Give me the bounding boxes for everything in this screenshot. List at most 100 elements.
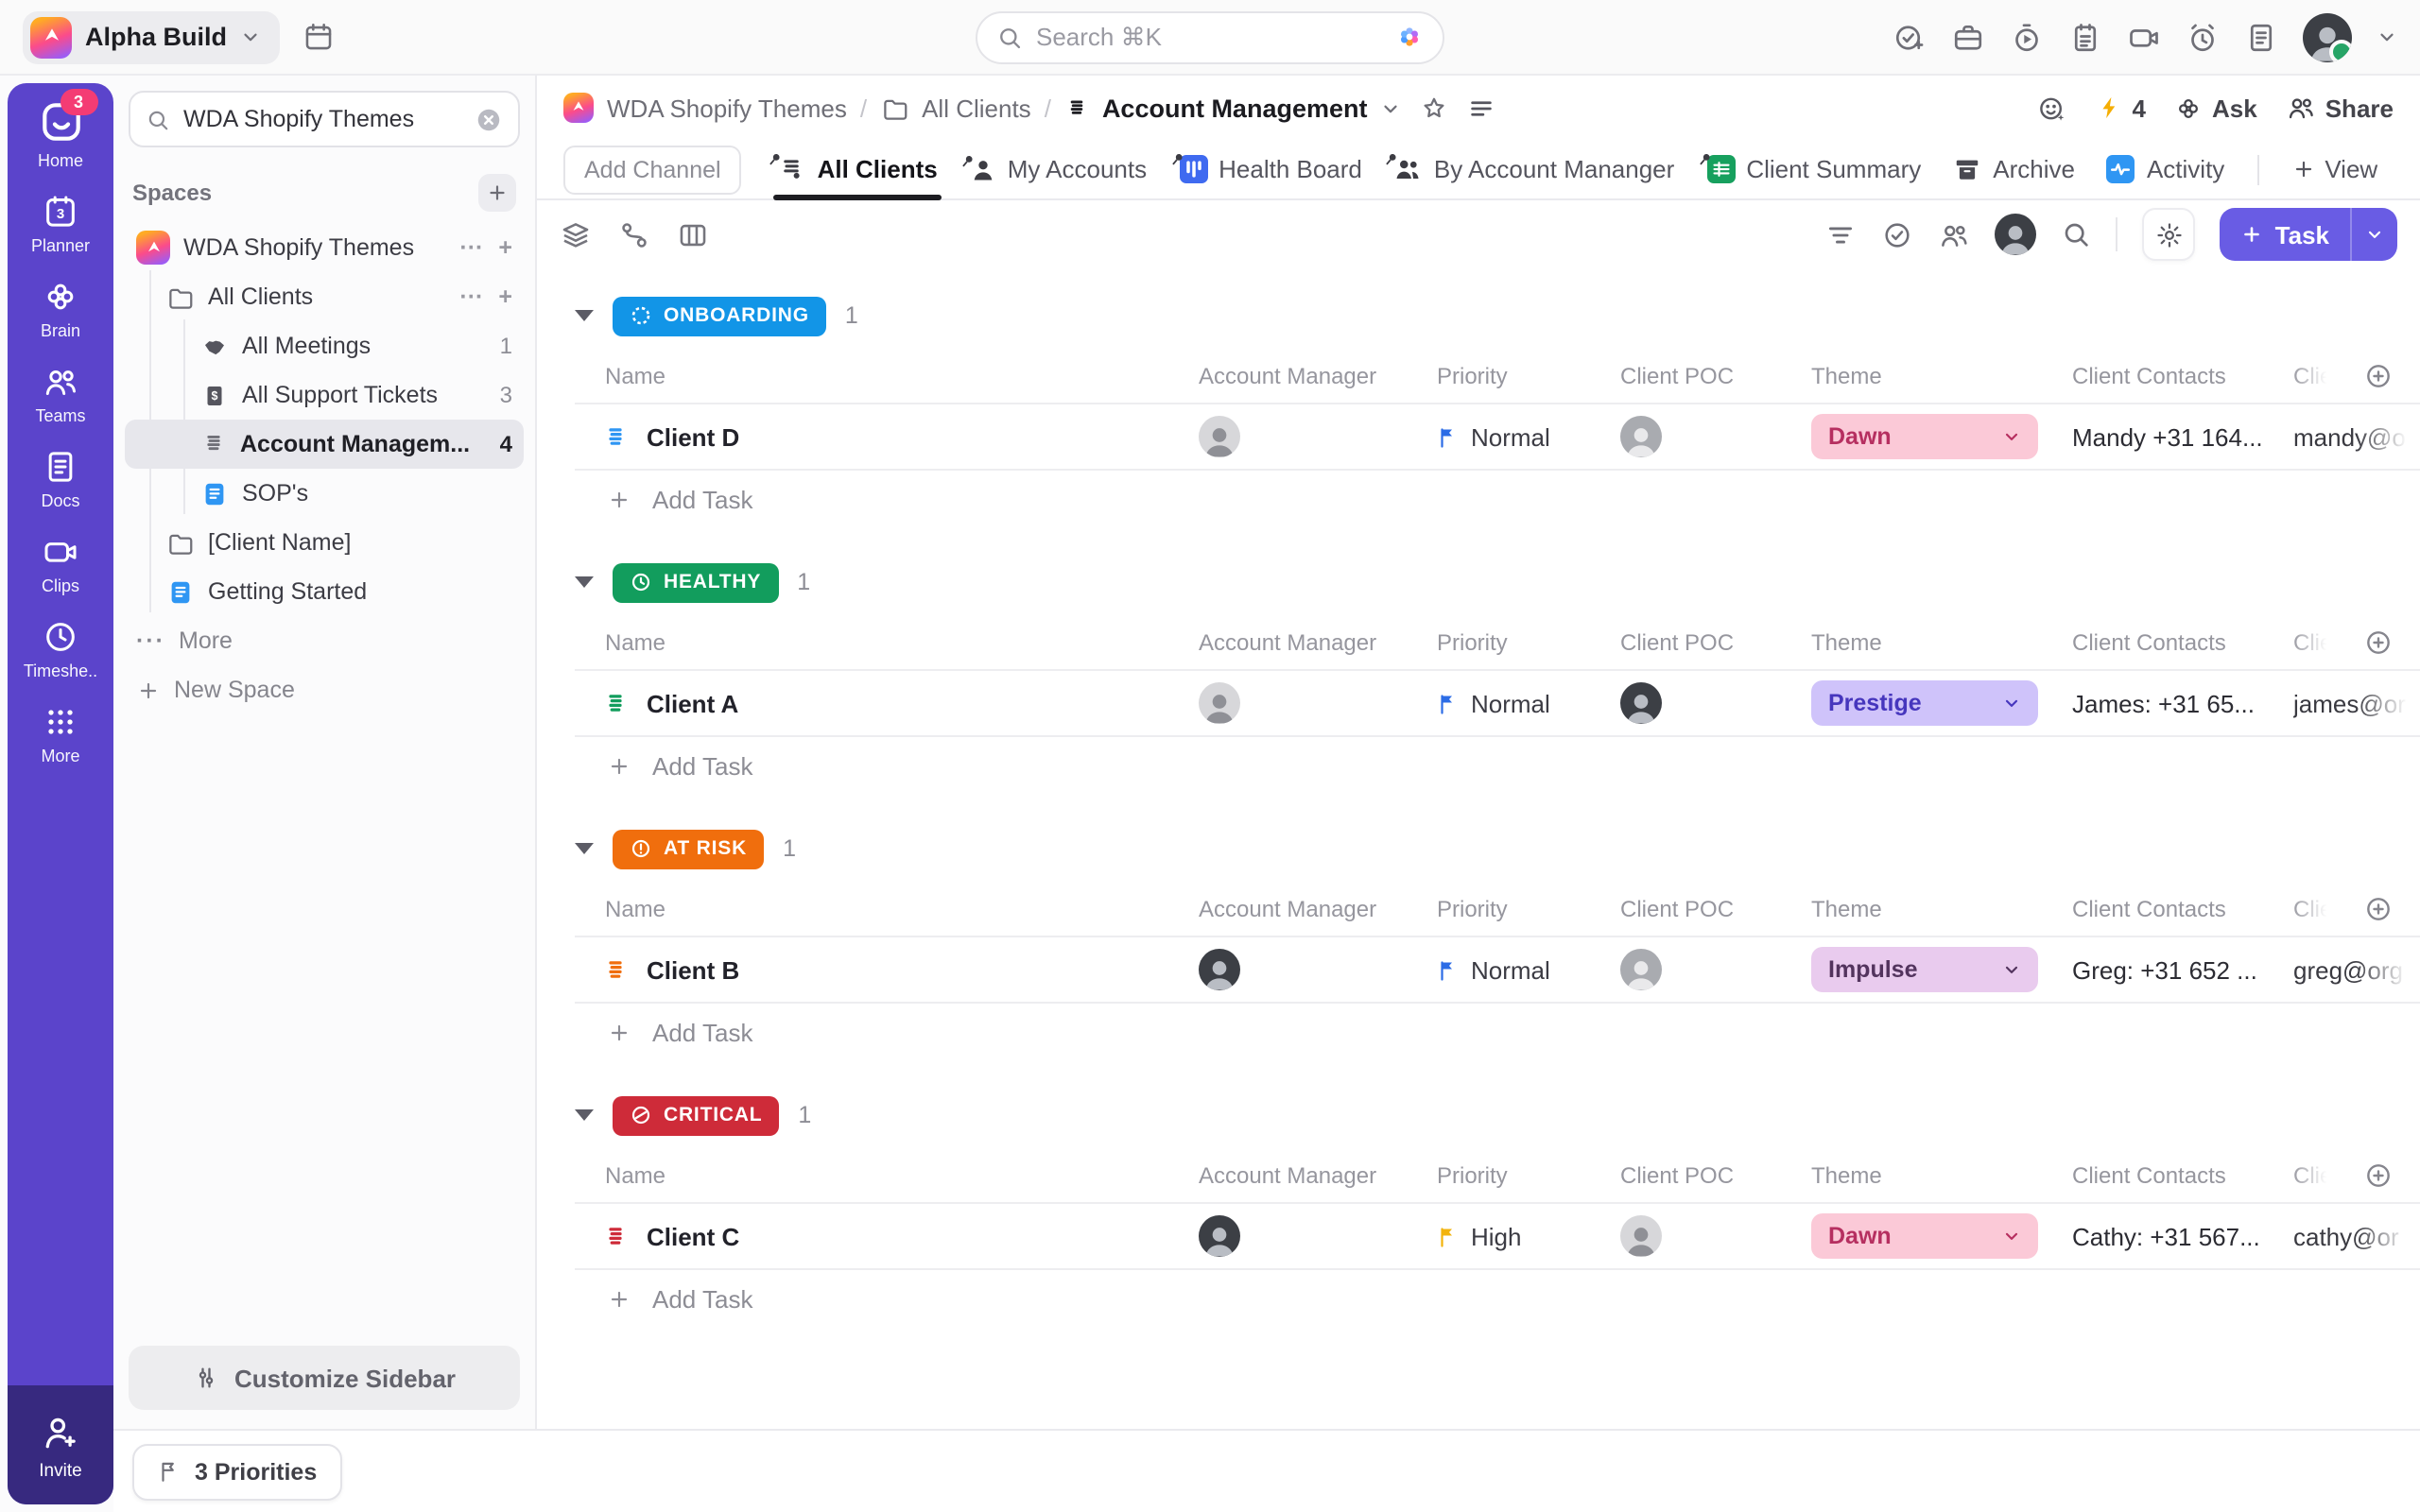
status-badge[interactable]: ONBOARDING: [613, 296, 826, 335]
task-name[interactable]: Client B: [647, 955, 739, 984]
space-add-icon[interactable]: +: [498, 234, 512, 261]
add-column-icon[interactable]: [2363, 361, 2394, 391]
ai-sparkle-icon[interactable]: [1395, 23, 1424, 51]
subtasks-flow-icon[interactable]: [618, 218, 650, 250]
column-header[interactable]: Account Manager: [1199, 1162, 1437, 1189]
client-contact[interactable]: Cathy: +31 567...: [2072, 1222, 2293, 1250]
column-header[interactable]: Client POC: [1620, 896, 1811, 922]
tab-all-clients[interactable]: All Clients: [778, 140, 938, 198]
table-row[interactable]: Client D Normal Dawn Mandy +31 164... ma…: [575, 404, 2420, 471]
rail-item-docs[interactable]: Docs: [8, 448, 113, 510]
column-header[interactable]: Name: [575, 1162, 1199, 1189]
client-poc-avatar[interactable]: [1620, 949, 1662, 990]
user-avatar[interactable]: [2303, 12, 2352, 61]
column-header[interactable]: Client POC: [1620, 629, 1811, 656]
column-header[interactable]: Client Contacts: [2072, 896, 2293, 922]
client-email[interactable]: james@or: [2293, 689, 2420, 717]
rail-item-clips[interactable]: Clips: [8, 533, 113, 595]
rail-item-planner[interactable]: 3 Planner: [8, 193, 113, 255]
search-icon[interactable]: [2062, 219, 2092, 249]
invite-button[interactable]: Invite: [8, 1385, 113, 1504]
columns-icon[interactable]: [677, 218, 709, 250]
priority-value[interactable]: Normal: [1471, 689, 1550, 717]
inbox-briefcase-icon[interactable]: [1951, 20, 1985, 54]
timer-icon[interactable]: [2010, 20, 2044, 54]
column-header[interactable]: Account Manager: [1199, 896, 1437, 922]
tab-by-account-manager[interactable]: By Account Mananger: [1394, 140, 1674, 198]
sidebar-item-getting-started[interactable]: Getting Started: [125, 567, 524, 616]
task-dropdown-chevron[interactable]: [2350, 208, 2397, 261]
feedback-smiley-icon[interactable]: [2036, 92, 2068, 124]
client-poc-avatar[interactable]: [1620, 682, 1662, 724]
add-task-button[interactable]: Add Task: [575, 471, 2420, 527]
global-search-input[interactable]: Search ⌘K: [976, 10, 1444, 63]
tab-client-summary[interactable]: Client Summary: [1706, 140, 1921, 198]
column-header[interactable]: Client POC: [1620, 363, 1811, 389]
column-header[interactable]: Name: [575, 363, 1199, 389]
sidebar-item-space[interactable]: WDA Shopify Themes ···+: [125, 223, 524, 272]
client-poc-avatar[interactable]: [1620, 1215, 1662, 1257]
video-camera-icon[interactable]: [2127, 20, 2161, 54]
chevron-down-icon[interactable]: [2377, 26, 2397, 47]
add-view-button[interactable]: View: [2290, 155, 2377, 183]
tab-my-accounts[interactable]: My Accounts: [970, 140, 1147, 198]
status-badge[interactable]: CRITICAL: [613, 1095, 779, 1135]
column-header[interactable]: Theme: [1811, 363, 2072, 389]
account-manager-avatar[interactable]: [1199, 682, 1240, 724]
theme-dropdown[interactable]: Prestige: [1811, 680, 2038, 726]
sidebar-item-all-meetings[interactable]: All Meetings 1: [125, 321, 524, 370]
column-header[interactable]: Theme: [1811, 629, 2072, 656]
folder-add-icon[interactable]: +: [498, 284, 512, 310]
folder-more-icon[interactable]: ···: [459, 284, 483, 310]
column-header[interactable]: Clie: [2293, 363, 2332, 389]
sidebar-item-sops[interactable]: SOP's: [125, 469, 524, 518]
client-contact[interactable]: Greg: +31 652 ...: [2072, 955, 2293, 984]
rail-item-more[interactable]: More: [8, 703, 113, 765]
settings-gear-button[interactable]: [2143, 208, 2196, 261]
table-row[interactable]: Client B Normal Impulse Greg: +31 652 ..…: [575, 937, 2420, 1004]
status-badge[interactable]: AT RISK: [613, 829, 764, 868]
theme-dropdown[interactable]: Dawn: [1811, 414, 2038, 459]
tab-activity[interactable]: Activity: [2107, 140, 2224, 198]
priority-value[interactable]: Normal: [1471, 422, 1550, 451]
column-header[interactable]: Client Contacts: [2072, 363, 2293, 389]
add-column-icon[interactable]: [2363, 1160, 2394, 1191]
client-email[interactable]: greg@org: [2293, 955, 2420, 984]
ai-uses-counter[interactable]: 4: [2097, 94, 2146, 122]
add-task-button[interactable]: Add Task: [575, 1270, 2420, 1327]
breadcrumb-space[interactable]: WDA Shopify Themes: [607, 94, 847, 122]
column-header[interactable]: Clie: [2293, 1162, 2332, 1189]
theme-dropdown[interactable]: Impulse: [1811, 947, 2038, 992]
table-row[interactable]: Client A Normal Prestige James: +31 65..…: [575, 671, 2420, 737]
collapse-group-icon[interactable]: [575, 1109, 594, 1121]
clear-search-icon[interactable]: [475, 105, 503, 133]
star-icon[interactable]: [1421, 94, 1449, 122]
column-header[interactable]: Name: [575, 896, 1199, 922]
account-manager-avatar[interactable]: [1199, 416, 1240, 457]
add-column-icon[interactable]: [2363, 894, 2394, 924]
client-email[interactable]: mandy@or: [2293, 422, 2420, 451]
client-contact[interactable]: James: +31 65...: [2072, 689, 2293, 717]
customize-sidebar-button[interactable]: Customize Sidebar: [129, 1346, 520, 1410]
sidebar-item-more[interactable]: ··· More: [125, 616, 524, 665]
tab-health-board[interactable]: Health Board: [1179, 140, 1362, 198]
collapse-group-icon[interactable]: [575, 843, 594, 854]
document-icon[interactable]: [2244, 20, 2278, 54]
column-header[interactable]: Clie: [2293, 896, 2332, 922]
task-name[interactable]: Client C: [647, 1222, 739, 1250]
column-header[interactable]: Priority: [1437, 1162, 1620, 1189]
column-header[interactable]: Theme: [1811, 1162, 2072, 1189]
calendar-icon[interactable]: [302, 21, 335, 53]
me-filter-avatar[interactable]: [1996, 214, 2037, 255]
new-task-button[interactable]: Task: [2221, 208, 2397, 261]
priorities-pill[interactable]: 3 Priorities: [132, 1443, 341, 1500]
notepad-icon[interactable]: [2068, 20, 2102, 54]
sidebar-item-all-support-tickets[interactable]: $ All Support Tickets 3: [125, 370, 524, 420]
client-email[interactable]: cathy@or: [2293, 1222, 2420, 1250]
sidebar-item-all-clients[interactable]: All Clients ···+: [125, 272, 524, 321]
ask-button[interactable]: Ask: [2174, 94, 2257, 122]
sidebar-item-new-space[interactable]: New Space: [125, 665, 524, 714]
task-name[interactable]: Client A: [647, 689, 738, 717]
table-row[interactable]: Client C High Dawn Cathy: +31 567... cat…: [575, 1204, 2420, 1270]
priority-value[interactable]: Normal: [1471, 955, 1550, 984]
